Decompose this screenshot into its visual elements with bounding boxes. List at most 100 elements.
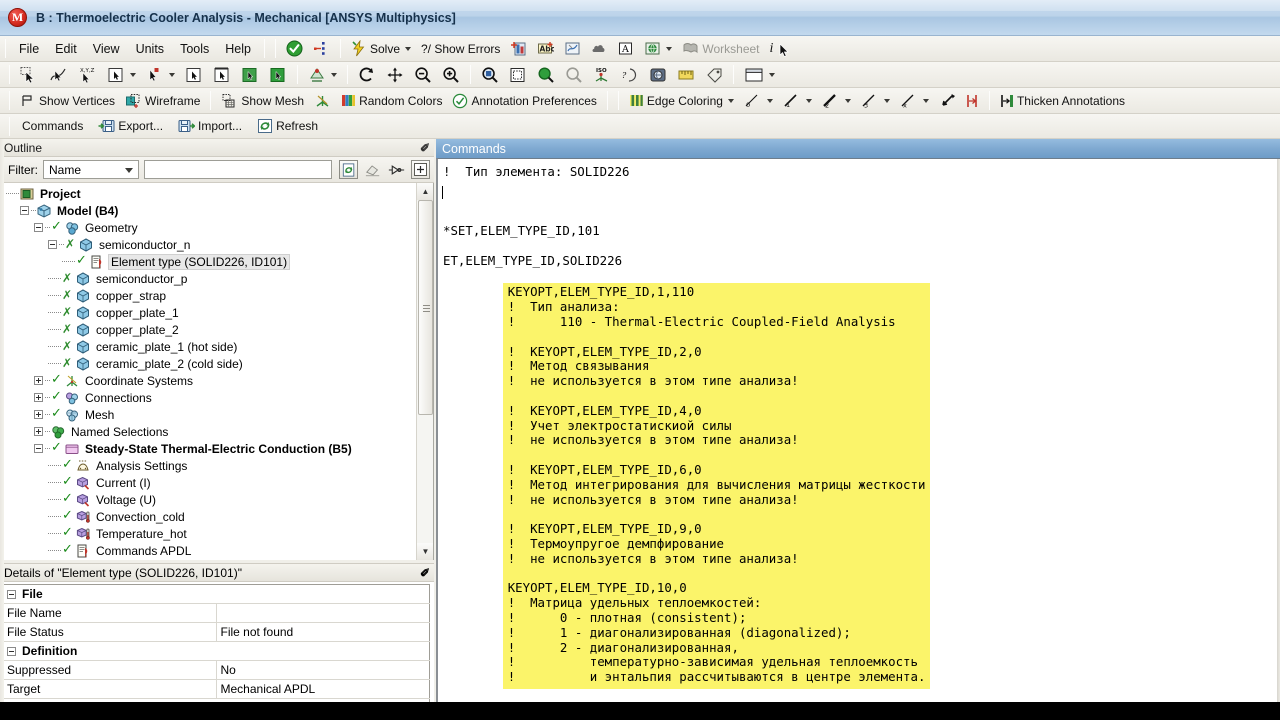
info-button[interactable]: i — [766, 38, 789, 59]
collapse-icon[interactable] — [34, 223, 43, 232]
thicken-annotations-button[interactable]: Thicken Annotations — [996, 90, 1129, 111]
thickness-3-button[interactable]: 3 — [857, 90, 894, 111]
collapse-icon[interactable] — [20, 206, 29, 215]
annotation-preferences-button[interactable]: Annotation Preferences — [448, 90, 600, 111]
filter-type-select[interactable]: Name — [43, 160, 139, 179]
chevron-down-icon[interactable] — [844, 98, 851, 103]
chevron-down-icon[interactable] — [169, 72, 175, 77]
named-selection-button[interactable] — [309, 38, 334, 59]
scroll-down-arrow[interactable]: ▼ — [417, 543, 433, 560]
solve-button[interactable]: Solve — [347, 38, 415, 59]
isometric-view-button[interactable]: ISO — [589, 64, 615, 85]
box-zoom-button[interactable] — [477, 64, 503, 85]
tree-item[interactable]: semiconductor_n — [0, 236, 413, 253]
thickness-2-button[interactable]: 2 — [818, 90, 855, 111]
tree-item[interactable]: Element type (SOLID226, ID101) — [0, 253, 413, 270]
chevron-down-icon[interactable] — [766, 98, 773, 103]
filter-search-input[interactable] — [144, 160, 332, 179]
commands-code-editor[interactable]: ! Тип элемента: SOLID226 *SET,ELEM_TYPE_… — [436, 158, 1280, 720]
tree-item[interactable]: Coordinate Systems — [0, 372, 413, 389]
view-cube-button[interactable] — [645, 64, 671, 85]
tree-item[interactable]: copper_strap — [0, 287, 413, 304]
export-button[interactable]: Export... — [94, 116, 167, 137]
import-button[interactable]: Import... — [174, 116, 246, 137]
menu-help[interactable]: Help — [217, 39, 259, 59]
details-value[interactable]: No — [216, 660, 430, 680]
filter-refresh-button[interactable] — [339, 160, 358, 179]
tree-item[interactable]: ceramic_plate_1 (hot side) — [0, 338, 413, 355]
chevron-down-icon[interactable] — [130, 72, 136, 77]
expand-icon[interactable] — [34, 427, 43, 436]
chevron-down-icon[interactable] — [727, 98, 734, 103]
chevron-down-icon[interactable] — [805, 98, 812, 103]
new-figure-button[interactable] — [560, 38, 585, 59]
tree-item[interactable]: Connections — [0, 389, 413, 406]
ruler-button[interactable] — [673, 64, 699, 85]
chevron-down-icon[interactable] — [331, 72, 337, 77]
details-value[interactable]: Mechanical APDL — [216, 679, 430, 699]
coordinate-triad-button[interactable] — [310, 90, 335, 111]
tree-item[interactable]: Voltage (U) — [0, 491, 413, 508]
menu-file[interactable]: File — [11, 39, 47, 59]
zoom-out-button[interactable] — [410, 64, 436, 85]
chevron-down-icon[interactable] — [922, 98, 929, 103]
collapse-icon[interactable] — [7, 647, 16, 657]
validate-button[interactable] — [282, 38, 307, 59]
menu-tools[interactable]: Tools — [172, 39, 217, 59]
details-row[interactable]: File Status File not found — [2, 622, 430, 642]
tree-item[interactable]: Steady-State Thermal-Electric Conduction… — [0, 440, 413, 457]
worksheet-button[interactable]: Worksheet — [678, 38, 763, 59]
annotation-width-button[interactable] — [962, 90, 983, 111]
tree-item[interactable]: Current (I) — [0, 474, 413, 491]
details-group-row[interactable]: File — [2, 584, 430, 604]
select-bodies-button[interactable] — [265, 64, 291, 85]
chevron-down-icon[interactable] — [125, 168, 133, 173]
tree-item[interactable]: Project — [0, 185, 413, 202]
select-edges-button[interactable] — [209, 64, 235, 85]
select-mode-cursor-button[interactable] — [16, 64, 43, 85]
scrollbar-thumb[interactable] — [418, 200, 433, 415]
scroll-up-arrow[interactable]: ▲ — [417, 183, 433, 200]
expand-all-button[interactable] — [411, 160, 430, 179]
details-value[interactable] — [216, 603, 430, 623]
tree-item[interactable]: Convection_cold — [0, 508, 413, 525]
new-comment-button[interactable]: Abc — [533, 38, 558, 59]
tree-item[interactable]: Temperature_hot — [0, 525, 413, 542]
details-group-row[interactable]: Definition — [2, 641, 430, 661]
chevron-down-icon[interactable] — [883, 98, 890, 103]
refresh-button[interactable]: Refresh — [253, 116, 322, 137]
details-row[interactable]: Suppressed No — [2, 660, 430, 680]
tree-item[interactable]: Geometry — [0, 219, 413, 236]
zoom-region-button[interactable] — [505, 64, 531, 85]
viewport-layout-button[interactable] — [740, 64, 779, 85]
tree-item[interactable]: semiconductor_p — [0, 270, 413, 287]
set-view-button[interactable]: ? — [617, 64, 643, 85]
show-mesh-button[interactable]: Show Mesh — [217, 90, 308, 111]
zoom-to-fit-button[interactable] — [533, 64, 559, 85]
new-chart-button[interactable] — [506, 38, 531, 59]
menu-edit[interactable]: Edit — [47, 39, 85, 59]
filter-probe-button[interactable] — [387, 160, 406, 179]
tree-item[interactable]: Model (B4) — [0, 202, 413, 219]
collapse-icon[interactable] — [48, 240, 57, 249]
details-value[interactable]: File not found — [216, 622, 430, 642]
label-button[interactable] — [701, 64, 727, 85]
expand-icon[interactable] — [34, 393, 43, 402]
chevron-down-icon[interactable] — [769, 72, 775, 77]
chevron-down-icon[interactable] — [405, 46, 411, 51]
tree-item[interactable]: Mesh — [0, 406, 413, 423]
tree-item[interactable]: copper_plate_2 — [0, 321, 413, 338]
thickness-1-button[interactable]: 1 — [779, 90, 816, 111]
random-colors-button[interactable]: Random Colors — [337, 90, 446, 111]
tree-item[interactable]: Named Selections — [0, 423, 413, 440]
xyz-select-button[interactable]: X,Y,Z — [74, 64, 101, 85]
edge-coloring-button[interactable]: Edge Coloring — [625, 90, 738, 111]
outline-scrollbar[interactable]: ▲ ▼ — [416, 183, 433, 560]
thickness-x-button[interactable]: x — [896, 90, 933, 111]
select-vertices-button[interactable] — [181, 64, 207, 85]
pan-button[interactable] — [382, 64, 408, 85]
show-vertices-button[interactable]: Show Vertices — [16, 90, 119, 111]
chevron-down-icon[interactable] — [666, 46, 673, 51]
select-box-button[interactable] — [103, 64, 140, 85]
select-arrow-button[interactable] — [142, 64, 179, 85]
